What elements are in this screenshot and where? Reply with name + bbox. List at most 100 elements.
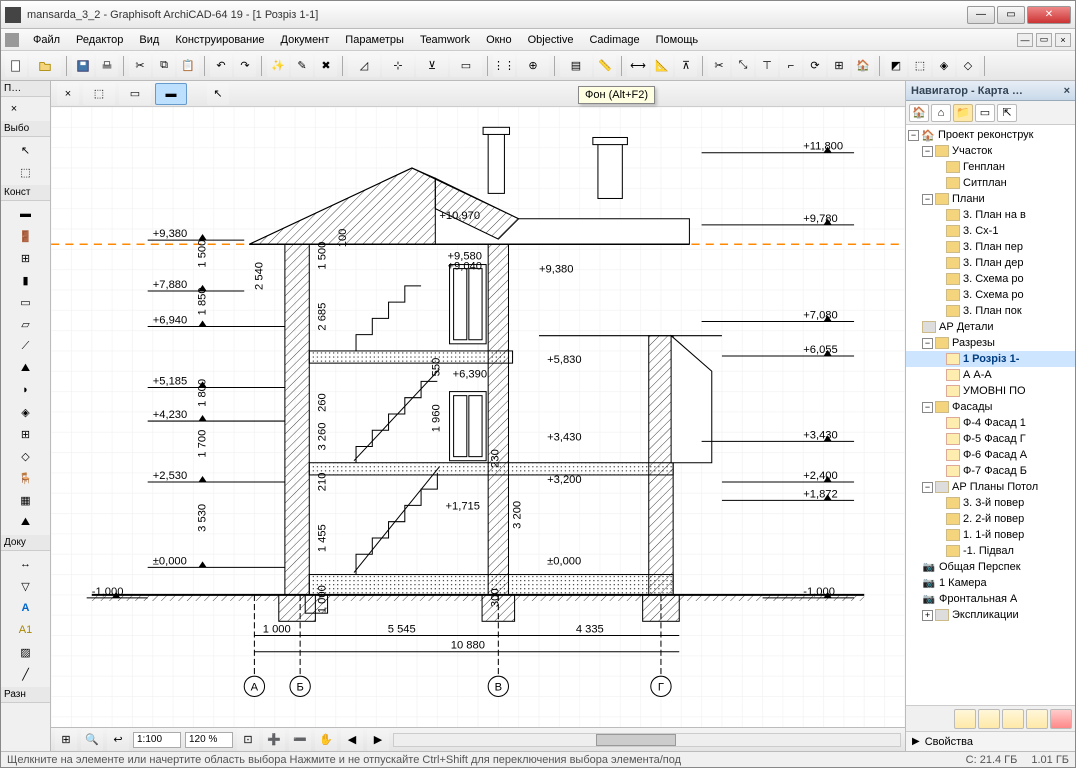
menu-options[interactable]: Параметры [337, 31, 412, 49]
pan-button[interactable]: ✋ [315, 729, 337, 751]
sub-mode1[interactable]: ⬚ [83, 83, 115, 105]
sub-arrow[interactable]: ↖ [207, 83, 229, 105]
properties-toggle[interactable]: ▶ Свойства [906, 731, 1075, 751]
mesh-tool[interactable]: ⛰ [15, 512, 37, 532]
line-tool[interactable]: ╱ [15, 664, 37, 684]
virtual-button[interactable]: ⬚ [909, 55, 931, 77]
curtain-wall-tool[interactable]: ⊞ [15, 424, 37, 444]
cut-button[interactable]: ✂ [129, 55, 151, 77]
text-tool[interactable]: A [15, 598, 37, 618]
tree-item[interactable]: УМОВНІ ПО [906, 383, 1075, 399]
arrow-tool[interactable]: ↖ [15, 140, 37, 160]
tree-root[interactable]: −🏠Проект реконструк [906, 127, 1075, 143]
navigator-close-icon[interactable]: × [1064, 85, 1070, 97]
scale-input[interactable] [133, 732, 181, 748]
layers-button[interactable]: ▤ [560, 55, 592, 77]
door-tool[interactable]: 🚪 [15, 226, 37, 246]
tree-group[interactable]: −Разрезы [906, 335, 1075, 351]
paste-button[interactable]: 📋 [177, 55, 199, 77]
new-button[interactable] [5, 55, 27, 77]
snap2-button[interactable]: ⊹ [382, 55, 414, 77]
menu-teamwork[interactable]: Teamwork [412, 31, 478, 49]
nav-tab-viewmap[interactable]: 📁 [953, 104, 973, 122]
snap1-button[interactable]: ◿ [348, 55, 380, 77]
window-tool[interactable]: ⊞ [15, 248, 37, 268]
close-button[interactable]: ✕ [1027, 6, 1071, 24]
stair-tool[interactable]: ⟋ [15, 336, 37, 356]
level-dim-tool[interactable]: ▽ [15, 576, 37, 596]
origin-button[interactable]: ⊕ [517, 55, 549, 77]
nav-tab-publisher[interactable]: ⇱ [997, 104, 1017, 122]
tree-item[interactable]: 1. 1-й повер [906, 527, 1075, 543]
nav-btn-settings[interactable] [1026, 709, 1048, 729]
morph-tool[interactable]: ◇ [15, 446, 37, 466]
roof-tool[interactable]: ⛰ [15, 358, 37, 378]
menu-cadimage[interactable]: Cadimage [581, 31, 647, 49]
elev-button[interactable]: 🏠 [852, 55, 874, 77]
menu-design[interactable]: Конструирование [167, 31, 272, 49]
cancel-button[interactable]: ✖ [315, 55, 337, 77]
zoom-input[interactable] [185, 732, 233, 748]
tree-item[interactable]: Ф-4 Фасад 1 [906, 415, 1075, 431]
morph-button[interactable]: ◇ [957, 55, 979, 77]
split-button[interactable]: ⤡ [732, 55, 754, 77]
nav-next[interactable]: ▶ [367, 729, 389, 751]
beam-tool[interactable]: ▭ [15, 292, 37, 312]
tree-item[interactable]: Ф-7 Фасад Б [906, 463, 1075, 479]
tree-item[interactable]: 3. План пер [906, 239, 1075, 255]
nav-btn-new-folder[interactable] [978, 709, 1000, 729]
nav-tab-layout[interactable]: ▭ [975, 104, 995, 122]
tree-item[interactable]: 3. 3-й повер [906, 495, 1075, 511]
zoom-fit[interactable]: ⊡ [237, 729, 259, 751]
sub-mode3[interactable]: ▬ [155, 83, 187, 105]
nav-prev[interactable]: ◀ [341, 729, 363, 751]
zoom-out[interactable]: ➖ [289, 729, 311, 751]
tree-item[interactable]: 3. Схема ро [906, 271, 1075, 287]
dimension-button[interactable]: ⟷ [627, 55, 649, 77]
mdi-restore[interactable]: ▭ [1036, 33, 1052, 47]
object-tool[interactable]: 🪑 [15, 468, 37, 488]
menu-file[interactable]: Файл [25, 31, 68, 49]
copy-button[interactable]: ⧉ [153, 55, 175, 77]
dimension-tool[interactable]: ↔ [15, 554, 37, 574]
trace-button[interactable]: ◩ [885, 55, 907, 77]
nav-btn-save-view[interactable] [954, 709, 976, 729]
tree-item[interactable]: 3. План пок [906, 303, 1075, 319]
fillet-button[interactable]: ⌐ [780, 55, 802, 77]
tree-item[interactable]: Ф-5 Фасад Г [906, 431, 1075, 447]
trim-button[interactable]: ✂ [708, 55, 730, 77]
grid-button[interactable]: ⋮⋮ [493, 55, 515, 77]
save-button[interactable] [72, 55, 94, 77]
open-button[interactable] [29, 55, 61, 77]
tree-item-selected[interactable]: 1 Розріз 1- [906, 351, 1075, 367]
mdi-close[interactable]: × [1055, 33, 1071, 47]
tree-item[interactable]: 3. Схема ро [906, 287, 1075, 303]
marquee-tool[interactable]: ⬚ [15, 162, 37, 182]
nav-btn-delete[interactable] [1050, 709, 1072, 729]
tree-group[interactable]: −Плани [906, 191, 1075, 207]
multiply-button[interactable]: ⊞ [828, 55, 850, 77]
align-button[interactable]: ⊼ [675, 55, 697, 77]
sub-close[interactable]: × [57, 83, 79, 105]
measure-button[interactable]: 📏 [594, 55, 616, 77]
tree-group[interactable]: +Экспликации [906, 607, 1075, 623]
shell-tool[interactable]: ◗ [15, 380, 37, 400]
offset-button[interactable]: ⟳ [804, 55, 826, 77]
menu-view[interactable]: Вид [131, 31, 167, 49]
magic-wand-button[interactable]: ✨ [267, 55, 289, 77]
menu-edit[interactable]: Редактор [68, 31, 131, 49]
menu-objective[interactable]: Objective [520, 31, 582, 49]
wall-tool[interactable]: ▬ [15, 204, 37, 224]
maximize-button[interactable]: ▭ [997, 6, 1025, 24]
redo-button[interactable]: ↷ [234, 55, 256, 77]
tree-group[interactable]: −Фасады [906, 399, 1075, 415]
undo-button[interactable]: ↶ [210, 55, 232, 77]
tree-item[interactable]: -1. Підвал [906, 543, 1075, 559]
tree-item[interactable]: 📷Фронтальная А [906, 591, 1075, 607]
horizontal-scrollbar[interactable] [393, 733, 901, 747]
label-tool[interactable]: A1 [15, 620, 37, 640]
sub-mode2[interactable]: ▭ [119, 83, 151, 105]
tree-item[interactable]: 2. 2-й повер [906, 511, 1075, 527]
tree-item[interactable]: 📷Общая Перспек [906, 559, 1075, 575]
ruler-button[interactable]: 📐 [651, 55, 673, 77]
